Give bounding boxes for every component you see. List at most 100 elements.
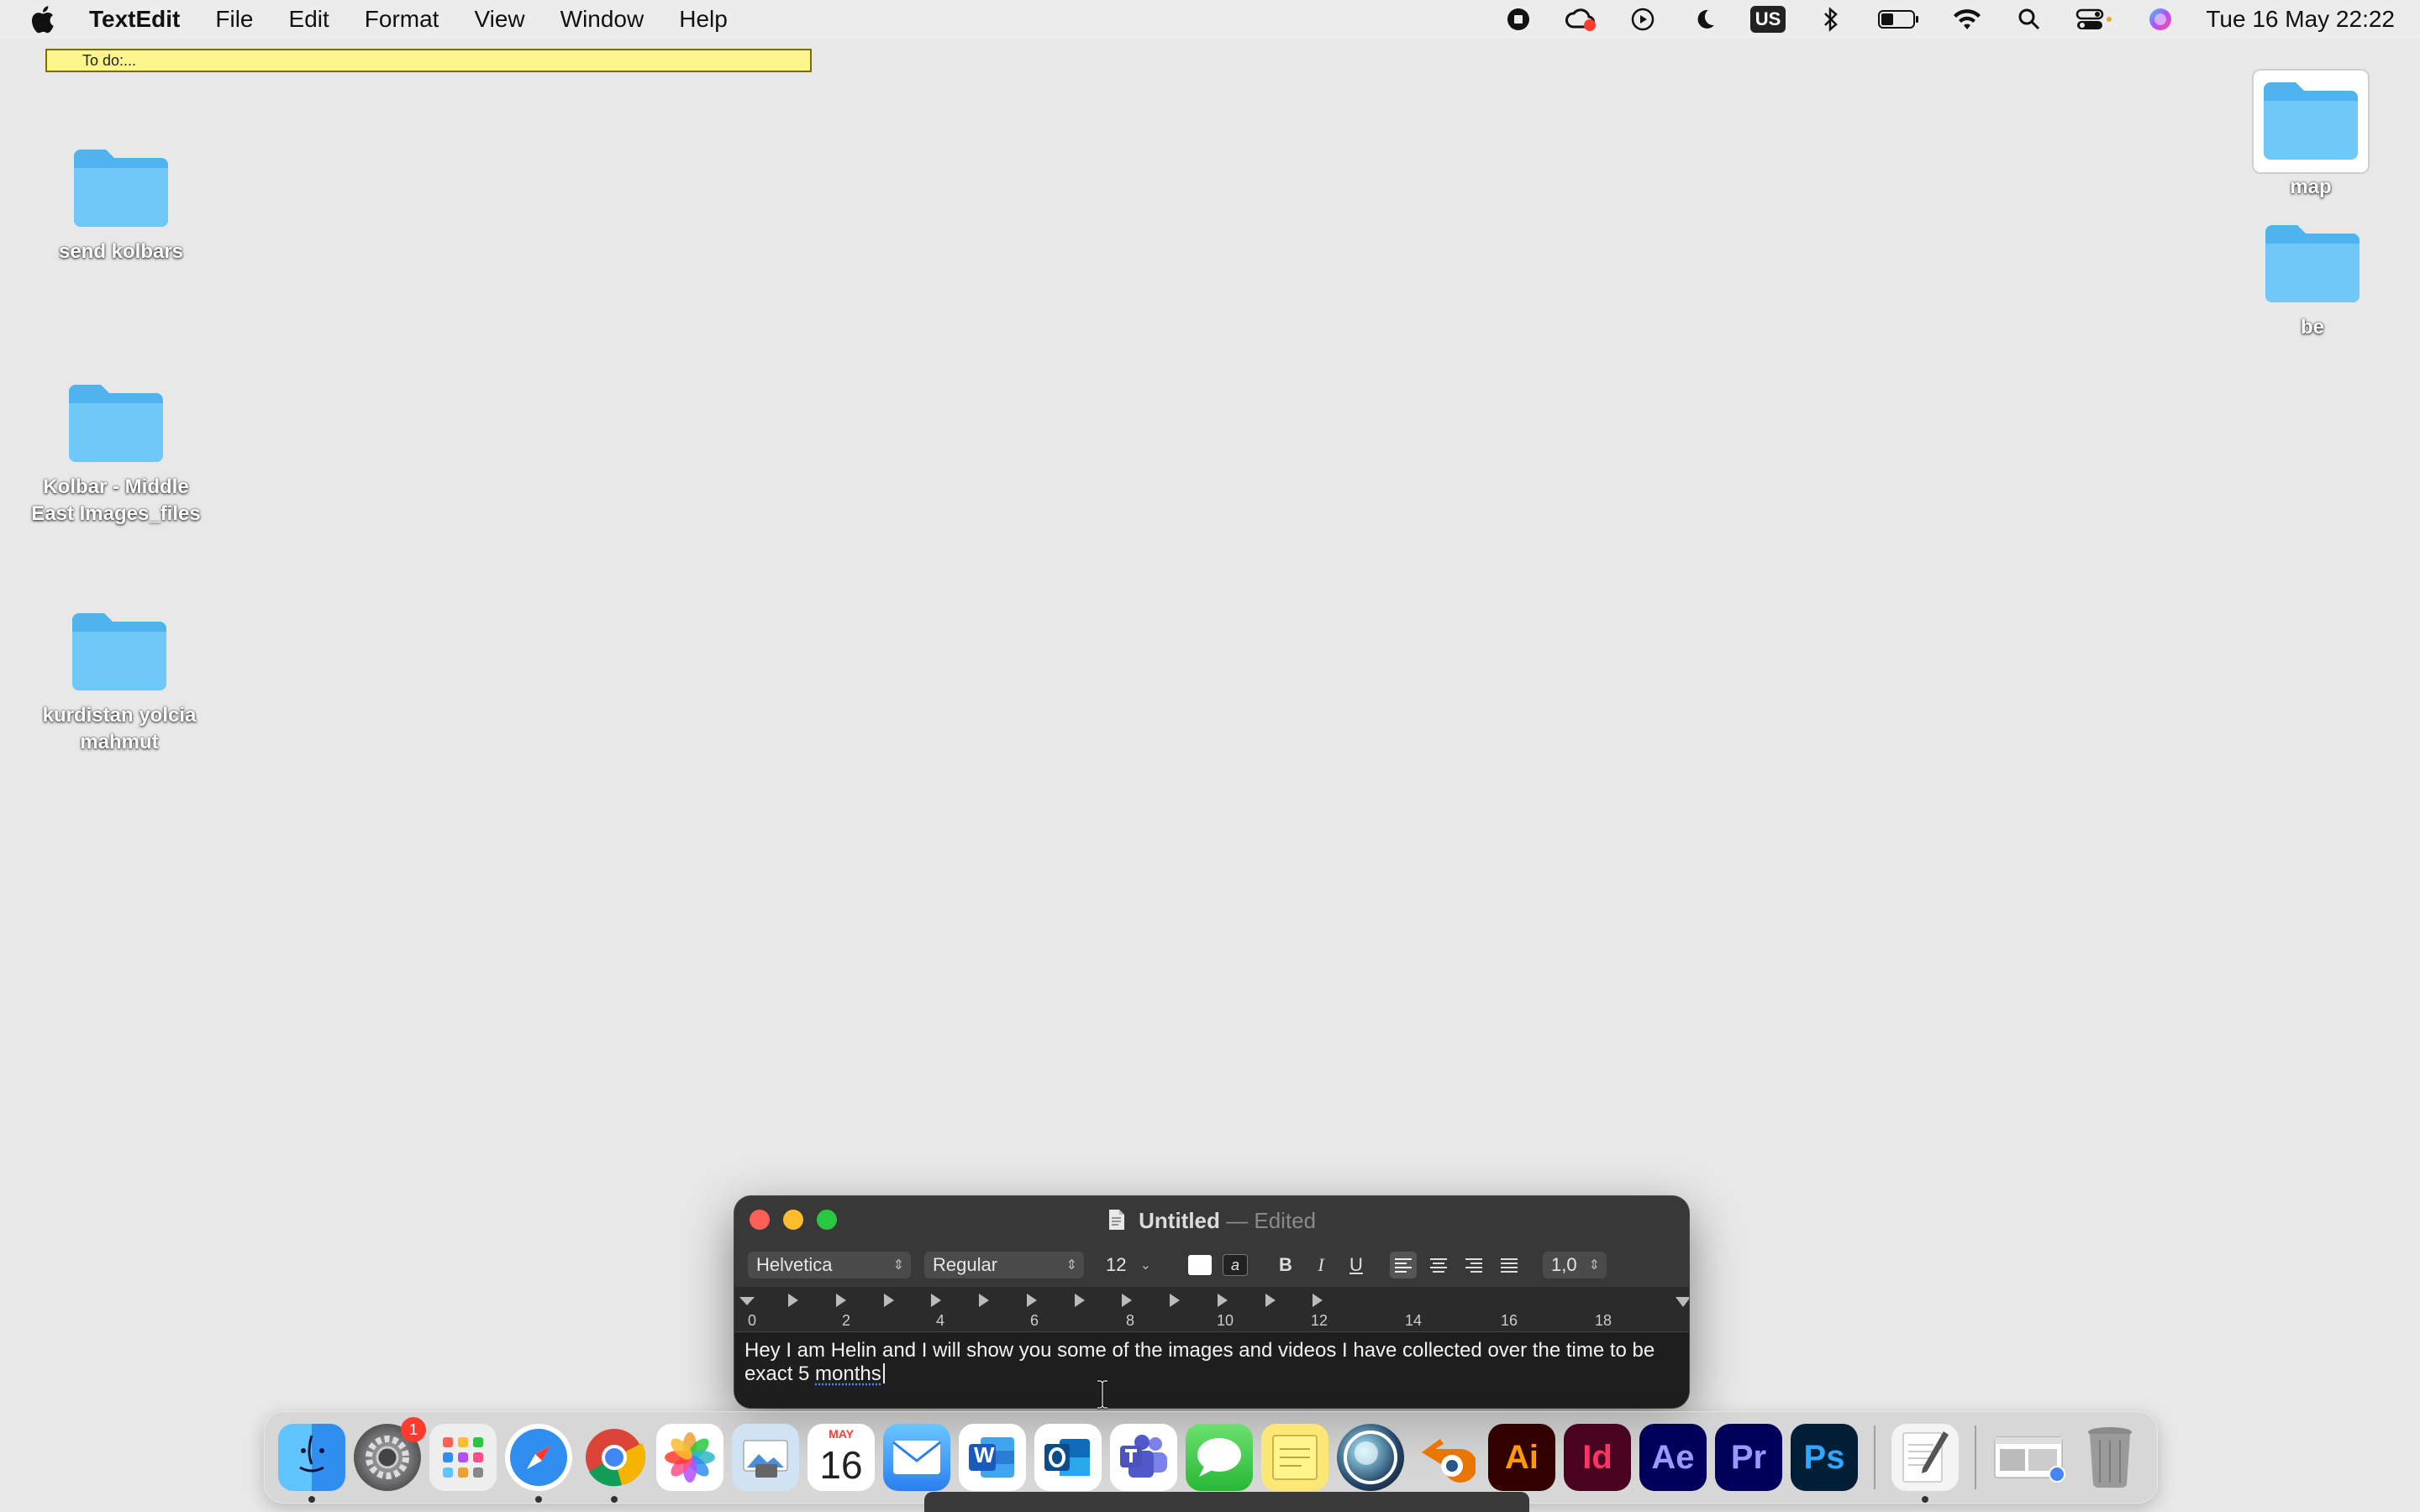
dock-blender[interactable] (1413, 1424, 1480, 1491)
tab-stop-icon[interactable] (1313, 1294, 1323, 1307)
creative-cloud-icon[interactable] (1564, 3, 1597, 36)
align-center-button[interactable] (1425, 1252, 1452, 1278)
finder-icon (299, 1435, 324, 1473)
document-icon (1108, 1210, 1124, 1230)
desktop-folder-map[interactable]: map (2210, 71, 2412, 201)
dock-preview[interactable] (732, 1424, 799, 1491)
menu-help[interactable]: Help (679, 6, 728, 33)
underline-button[interactable]: U (1343, 1252, 1370, 1278)
launchpad-grid-icon (443, 1437, 483, 1478)
dock-messages[interactable] (1186, 1424, 1253, 1491)
right-margin-marker-icon[interactable] (1676, 1297, 1689, 1307)
dock-cinema4d[interactable] (1337, 1424, 1404, 1491)
tab-stop-icon[interactable] (1075, 1294, 1085, 1307)
highlight-glyph: a (1230, 1256, 1239, 1273)
dock-photos[interactable] (656, 1424, 723, 1491)
dock-calendar[interactable]: MAY 16 (808, 1424, 875, 1491)
dock-word[interactable]: W (959, 1424, 1026, 1491)
tab-stop-icon[interactable] (1218, 1294, 1228, 1307)
font-style-value: Regular (933, 1254, 998, 1275)
document-line: Hey I am Helin and I will show you some … (744, 1339, 1655, 1362)
highlight-color-well[interactable]: a (1223, 1255, 1247, 1275)
textedit-window: Untitled — Edited Helvetica ⇕ Regular ⇕ … (734, 1196, 1689, 1408)
window-titlebar[interactable]: Untitled — Edited (734, 1196, 1689, 1243)
screen-record-stop-icon[interactable] (1502, 3, 1535, 36)
menu-app-name[interactable]: TextEdit (89, 6, 180, 33)
align-left-button[interactable] (1390, 1252, 1417, 1278)
zoom-window-button[interactable] (817, 1210, 837, 1230)
ruler-label: 6 (1030, 1312, 1039, 1329)
italic-button[interactable]: I (1307, 1252, 1334, 1278)
line-spacing-select[interactable]: 1,0 ⇕ (1543, 1252, 1607, 1278)
tab-stop-icon[interactable] (836, 1294, 846, 1307)
dock-photoshop[interactable]: Ps (1791, 1424, 1858, 1491)
justify-button[interactable] (1496, 1252, 1523, 1278)
desktop-folder-kurdistan-yolcia[interactable]: kurdistan yolcia mahmut (18, 606, 220, 756)
dock-safari[interactable] (505, 1424, 572, 1503)
menu-file[interactable]: File (215, 6, 253, 33)
menu-edit[interactable]: Edit (289, 6, 329, 33)
tab-stop-icon[interactable] (1122, 1294, 1132, 1307)
edited-status: Edited (1254, 1208, 1317, 1233)
tab-stop-icon[interactable] (788, 1294, 798, 1307)
desktop-folder-kolbar-images[interactable]: Kolbar - Middle East Images_files (15, 378, 217, 528)
desktop-folder-send-kolbars[interactable]: send kolbars (20, 143, 222, 265)
menu-format[interactable]: Format (365, 6, 439, 33)
dock-system-settings[interactable]: 1 (354, 1417, 426, 1491)
desktop-folder-be[interactable]: be (2212, 218, 2413, 341)
minimize-window-button[interactable] (783, 1210, 803, 1230)
dock-teams[interactable] (1110, 1424, 1177, 1491)
text-color-well[interactable] (1188, 1255, 1212, 1275)
bluetooth-icon[interactable] (1814, 3, 1848, 36)
dock-illustrator[interactable]: Ai (1488, 1424, 1555, 1491)
tab-stop-icon[interactable] (884, 1294, 894, 1307)
ruler[interactable]: 0 2 4 6 8 10 12 14 16 18 (734, 1287, 1689, 1332)
tab-stop-icon[interactable] (931, 1294, 941, 1307)
indent-marker-icon[interactable] (739, 1297, 755, 1305)
tab-stop-icon[interactable] (1265, 1294, 1276, 1307)
dock-premiere[interactable]: Pr (1715, 1424, 1782, 1491)
focus-moon-icon[interactable] (1688, 3, 1722, 36)
document-text-area[interactable]: Hey I am Helin and I will show you some … (734, 1332, 1689, 1408)
tab-stop-icon[interactable] (979, 1294, 989, 1307)
font-family-select[interactable]: Helvetica ⇕ (748, 1252, 911, 1278)
bold-button[interactable]: B (1272, 1252, 1299, 1278)
tab-stop-icon[interactable] (1027, 1294, 1037, 1307)
font-size-combo[interactable]: 12 ⌄ (1097, 1252, 1158, 1278)
menubar-clock[interactable]: Tue 16 May 22:22 (2206, 6, 2395, 33)
spotlight-search-icon[interactable] (2012, 3, 2046, 36)
dock-launchpad[interactable] (429, 1424, 497, 1491)
justify-icon (1501, 1258, 1518, 1273)
play-icon[interactable] (1626, 3, 1660, 36)
calendar-month: MAY (829, 1427, 854, 1441)
dock-minimized-chrome-window[interactable] (1992, 1424, 2068, 1491)
input-source-badge[interactable]: US (1749, 6, 1786, 33)
battery-icon[interactable] (1876, 3, 1922, 36)
dock-overflow-strip (924, 1492, 1529, 1512)
close-window-button[interactable] (750, 1210, 770, 1230)
wifi-icon[interactable] (1950, 3, 1984, 36)
dock-outlook[interactable] (1034, 1424, 1102, 1491)
dock-mail[interactable] (883, 1424, 950, 1491)
tab-stop-icon[interactable] (1170, 1294, 1180, 1307)
menu-view[interactable]: View (474, 6, 524, 33)
apple-menu-icon[interactable] (25, 3, 59, 36)
desktop-icon-label: kurdistan yolcia mahmut (42, 704, 197, 753)
misspelled-word[interactable]: months (815, 1362, 881, 1385)
dock-stickies[interactable] (1261, 1424, 1328, 1491)
align-right-button[interactable] (1460, 1252, 1487, 1278)
siri-icon[interactable] (2144, 3, 2177, 36)
running-indicator (535, 1496, 542, 1503)
indesign-logo: Id (1582, 1438, 1612, 1476)
dock-chrome[interactable] (581, 1424, 648, 1503)
control-center-icon[interactable] (2075, 3, 2115, 36)
dock-after-effects[interactable]: Ae (1639, 1424, 1707, 1491)
sticky-note[interactable]: To do:... (45, 49, 812, 72)
dock-textedit[interactable] (1891, 1424, 1959, 1503)
font-style-select[interactable]: Regular ⇕ (924, 1252, 1084, 1278)
dock-finder[interactable] (278, 1424, 345, 1503)
dock-trash[interactable] (2076, 1424, 2144, 1491)
dock-indesign[interactable]: Id (1564, 1424, 1631, 1491)
folder-icon (2264, 82, 2358, 160)
menu-window[interactable]: Window (560, 6, 644, 33)
